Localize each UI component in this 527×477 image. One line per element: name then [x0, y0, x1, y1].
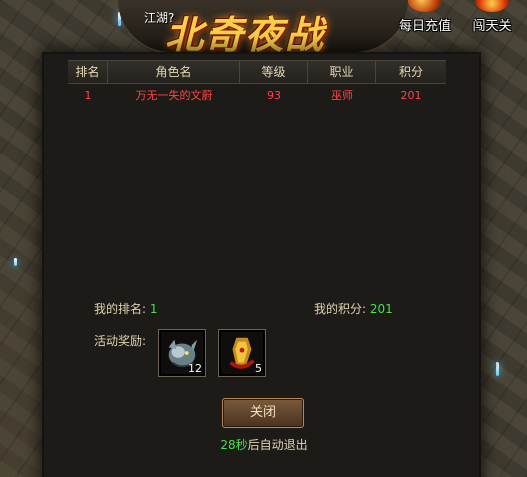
- table-row: 1 万无一失的文蔚 93 巫师 201: [68, 84, 446, 106]
- reward-count: 12: [188, 362, 202, 375]
- my-score-label: 我的积分:: [314, 302, 367, 316]
- ranking-table: 排名 角色名 等级 职业 积分 1 万无一失的文蔚 93 巫师 201: [68, 60, 446, 106]
- sparkle-effect: [14, 258, 17, 266]
- countdown-text: 后自动退出: [247, 438, 308, 452]
- column-header-level: 等级: [240, 61, 308, 83]
- event-result-panel: 排名 角色名 等级 职业 积分 1 万无一失的文蔚 93 巫师 201 我的排名…: [44, 54, 479, 477]
- close-button[interactable]: 关闭: [222, 398, 304, 428]
- my-score-value: 201: [369, 302, 393, 316]
- reward-item-slot[interactable]: 5: [218, 329, 266, 377]
- gem-bag-icon: [408, 0, 442, 12]
- column-header-rank: 排名: [68, 61, 108, 83]
- flame-gate-icon: [475, 0, 509, 12]
- reward-count: 5: [255, 362, 262, 375]
- column-header-class: 职业: [308, 61, 376, 83]
- ranking-table-header: 排名 角色名 等级 职业 积分: [68, 60, 446, 84]
- my-score: 我的积分: 201: [314, 300, 393, 317]
- countdown-seconds: 28秒: [220, 438, 248, 452]
- row-rank: 1: [84, 88, 92, 102]
- row-class: 巫师: [331, 89, 353, 102]
- tower-challenge-label: 闯天关: [472, 19, 512, 34]
- daily-recharge-label: 每日充值: [398, 19, 451, 34]
- auto-exit-countdown: 28秒后自动退出: [194, 436, 334, 453]
- daily-recharge-button[interactable]: 每日充值: [392, 0, 458, 36]
- row-score: 201: [400, 88, 422, 102]
- sparkle-effect: [496, 362, 499, 376]
- reward-item-slot[interactable]: 12: [158, 329, 206, 377]
- row-name: 万无一失的文蔚: [135, 89, 213, 102]
- rewards-label: 活动奖励:: [94, 334, 147, 348]
- column-header-name: 角色名: [108, 61, 240, 83]
- tower-challenge-button[interactable]: 闯天关: [459, 0, 525, 36]
- row-level: 93: [267, 88, 281, 102]
- my-rank-value: 1: [149, 302, 158, 316]
- event-title: 北奇夜战: [164, 12, 325, 57]
- column-header-score: 积分: [398, 65, 423, 79]
- my-rank-label: 我的排名:: [94, 302, 147, 316]
- my-rank: 我的排名: 1: [94, 300, 158, 317]
